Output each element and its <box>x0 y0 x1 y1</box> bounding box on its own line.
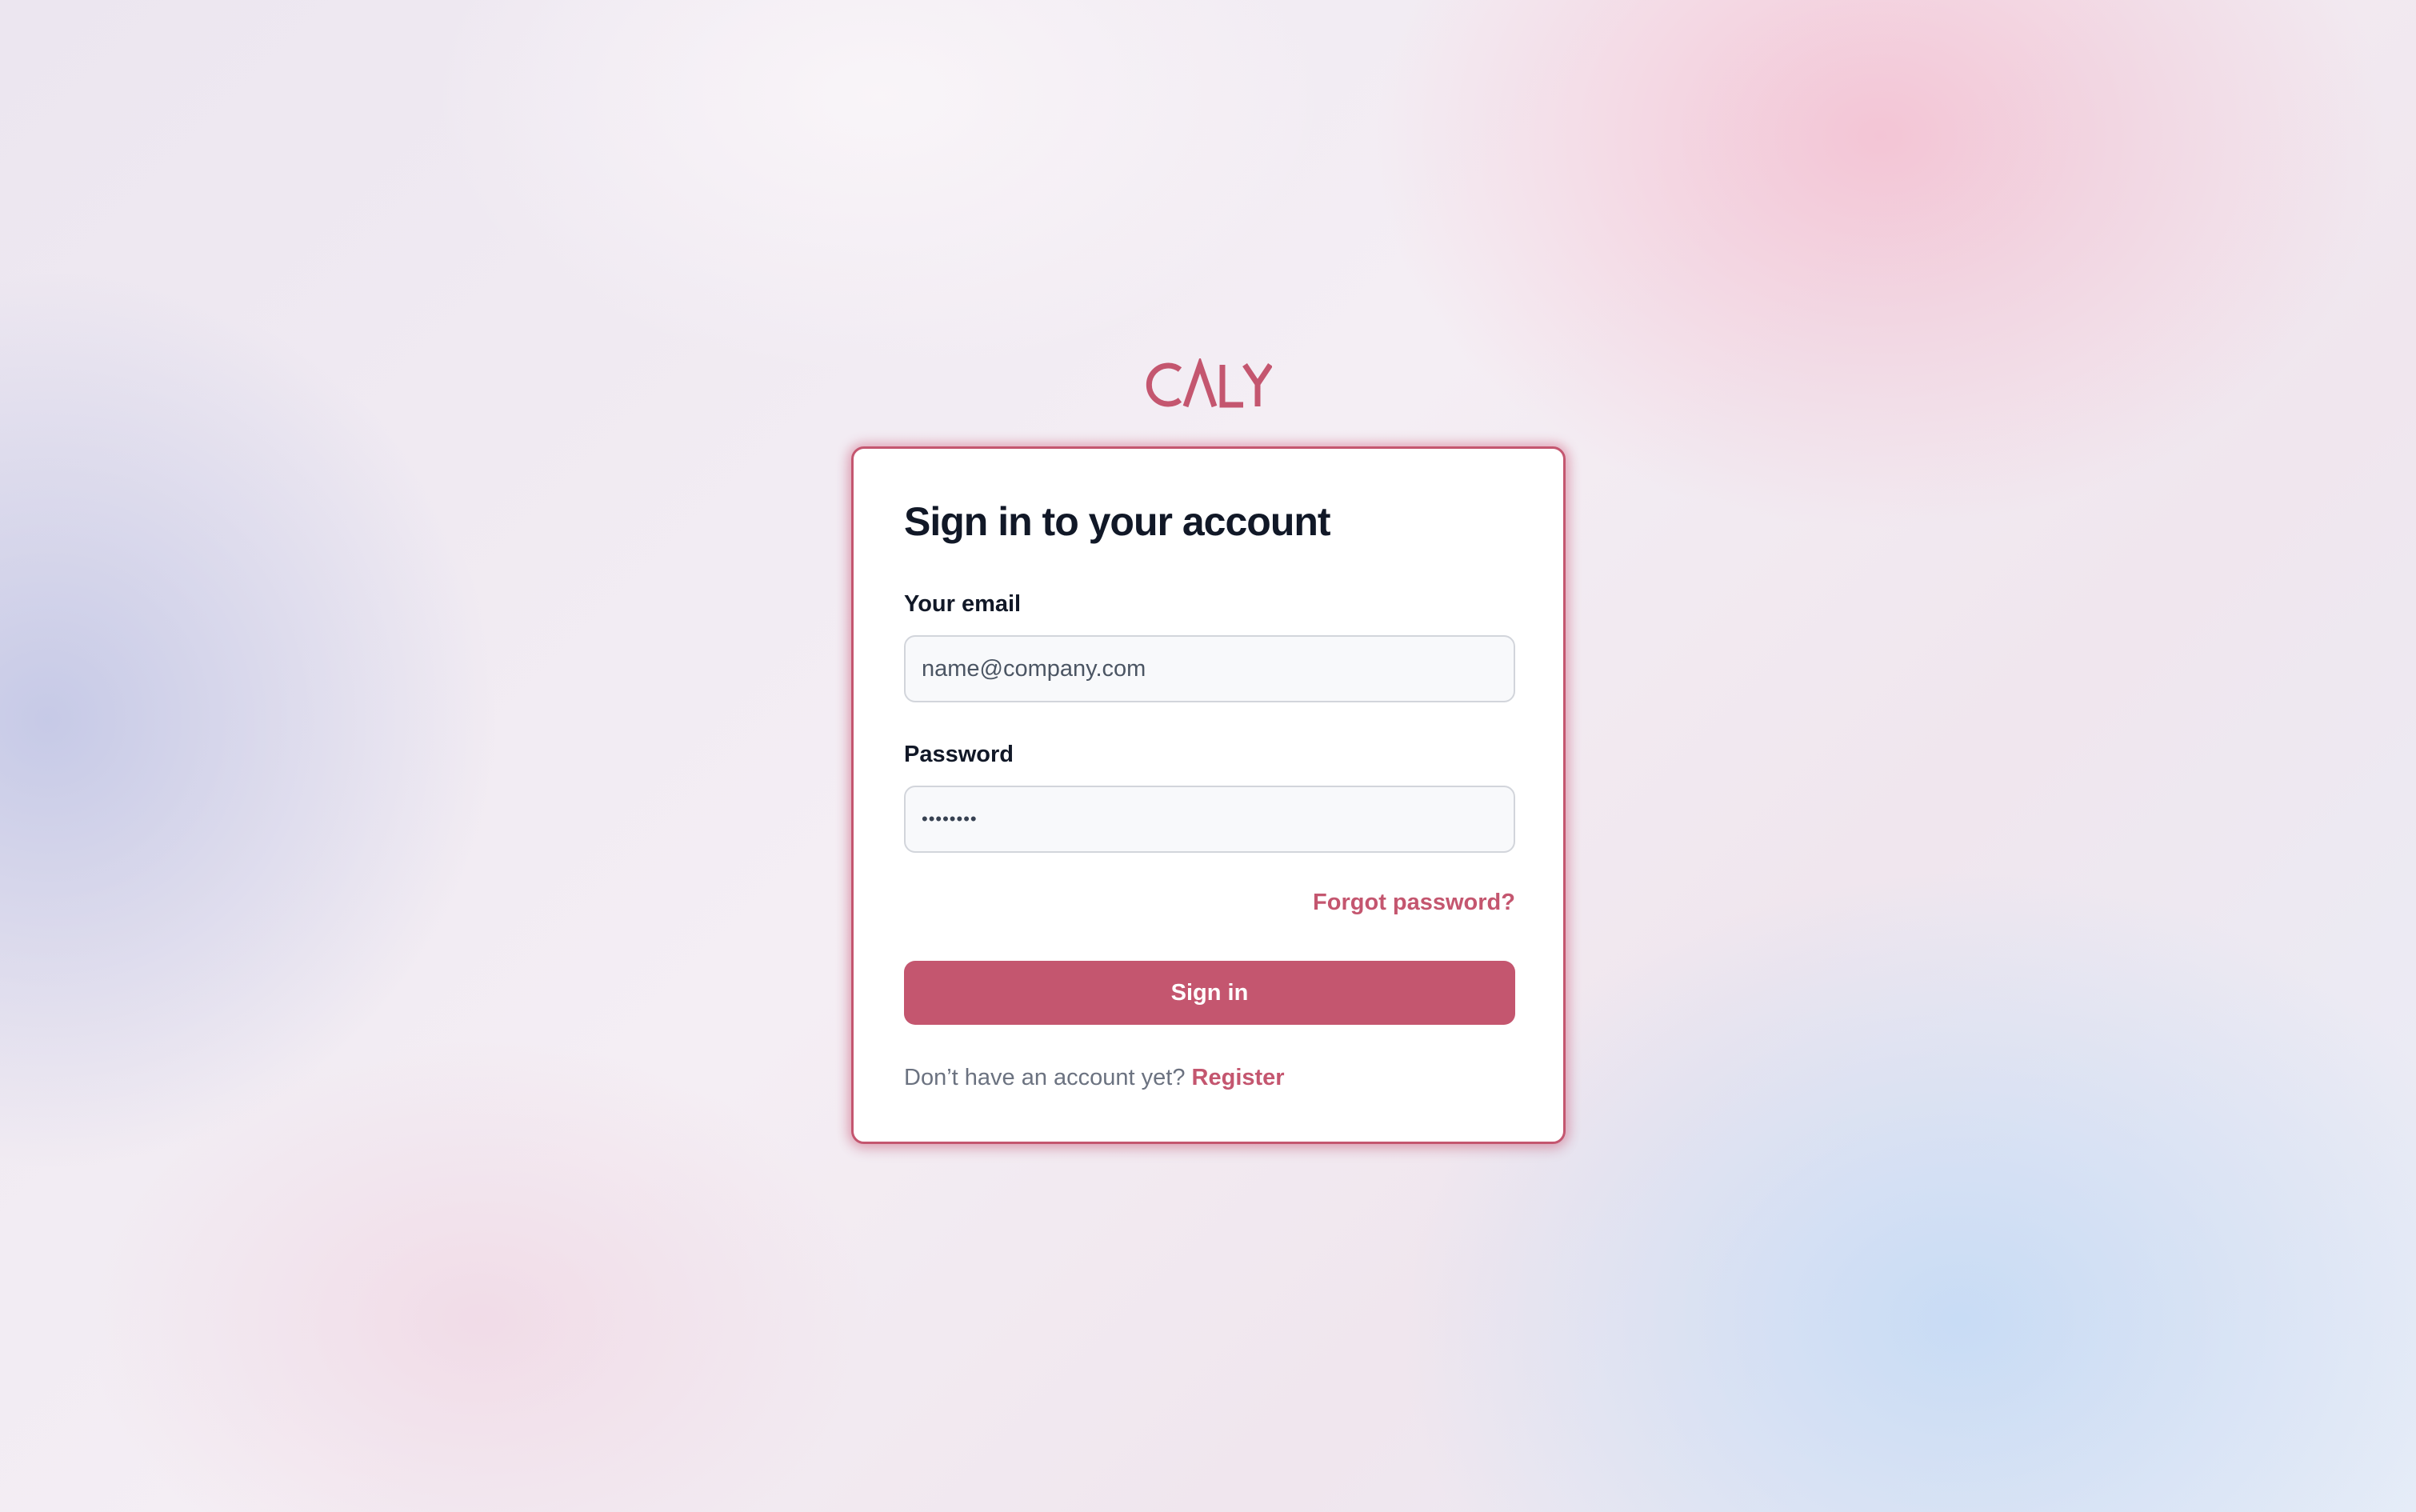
password-field[interactable]: •••••••• <box>904 786 1515 853</box>
forgot-password-link[interactable]: Forgot password? <box>1313 890 1515 916</box>
register-link[interactable]: Register <box>1192 1065 1285 1090</box>
password-label: Password <box>904 742 1014 767</box>
caly-logo <box>1146 358 1272 408</box>
email-field[interactable]: name@company.com <box>904 635 1515 702</box>
register-prompt: Don’t have an account yet? Register <box>904 1065 1285 1091</box>
page-title: Sign in to your account <box>904 499 1331 544</box>
sign-in-button[interactable]: Sign in <box>904 961 1515 1025</box>
email-label: Your email <box>904 591 1022 617</box>
login-card: Sign in to your account Your email name@… <box>851 446 1566 1144</box>
no-account-text: Don’t have an account yet? <box>904 1065 1186 1090</box>
